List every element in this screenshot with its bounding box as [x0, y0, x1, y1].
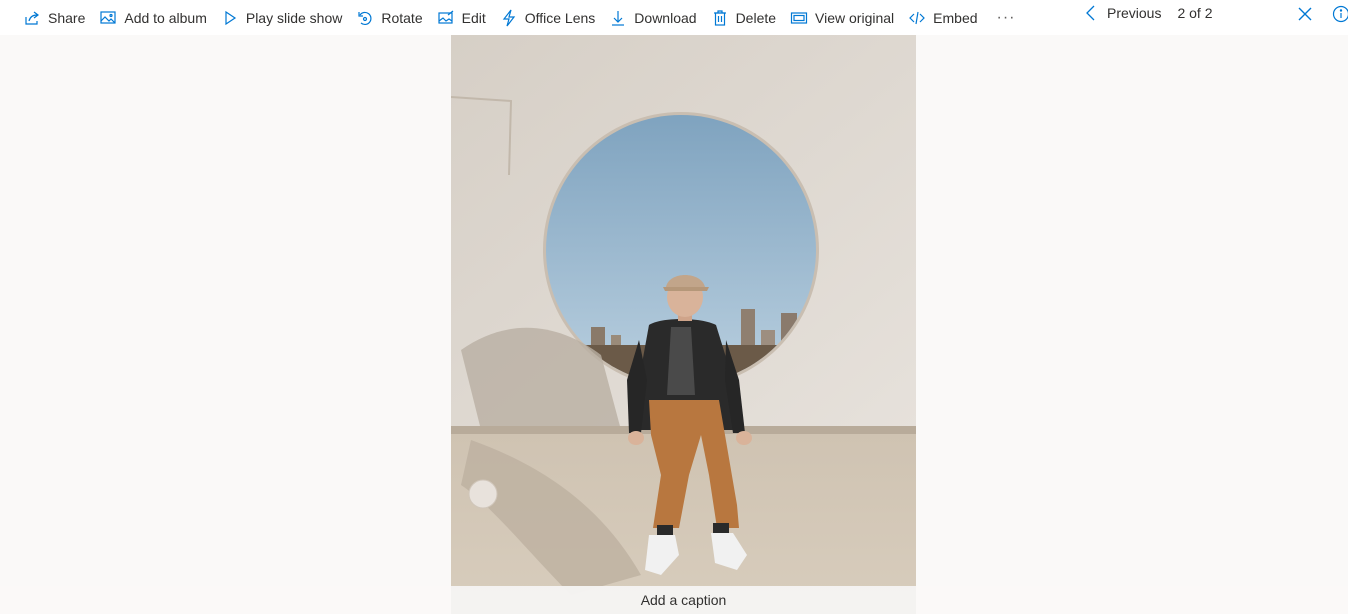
info-button[interactable] — [1331, 4, 1348, 24]
photo-image — [451, 35, 916, 614]
more-options-button[interactable]: ··· — [985, 5, 1028, 31]
info-icon — [1332, 5, 1348, 23]
close-icon — [1298, 7, 1312, 21]
lightning-icon — [500, 9, 518, 27]
caption-input[interactable]: Add a caption — [451, 586, 916, 614]
delete-label: Delete — [735, 9, 777, 26]
embed-label: Embed — [933, 9, 978, 26]
embed-button[interactable]: Embed — [901, 5, 984, 31]
close-button[interactable] — [1295, 4, 1315, 24]
share-button[interactable]: Share — [16, 5, 92, 31]
trash-icon — [711, 9, 729, 27]
edit-photo-icon — [437, 9, 455, 27]
view-original-label: View original — [815, 9, 895, 26]
previous-label: Previous — [1107, 5, 1162, 21]
play-icon — [221, 9, 239, 27]
view-original-button[interactable]: View original — [783, 5, 901, 31]
share-icon — [23, 9, 41, 27]
office-lens-label: Office Lens — [524, 9, 596, 26]
navigation: Previous 2 of 2 — [1075, 0, 1213, 26]
delete-button[interactable]: Delete — [704, 5, 783, 31]
add-to-album-label: Add to album — [124, 9, 207, 26]
share-label: Share — [48, 9, 86, 26]
rotate-label: Rotate — [381, 9, 423, 26]
view-original-icon — [790, 9, 808, 27]
edit-button[interactable]: Edit — [430, 5, 493, 31]
play-slide-show-label: Play slide show — [245, 9, 343, 26]
chevron-left-icon — [1082, 4, 1100, 22]
download-icon — [609, 9, 627, 27]
add-to-album-button[interactable]: Add to album — [92, 5, 214, 31]
office-lens-button[interactable]: Office Lens — [493, 5, 603, 31]
rotate-button[interactable]: Rotate — [349, 5, 429, 31]
rotate-icon — [356, 9, 374, 27]
photo-counter: 2 of 2 — [1177, 5, 1213, 21]
edit-label: Edit — [461, 9, 486, 26]
previous-button[interactable]: Previous — [1075, 0, 1168, 26]
photo-stage: Add a caption — [0, 35, 1348, 614]
photo[interactable] — [451, 35, 916, 614]
download-button[interactable]: Download — [602, 5, 703, 31]
play-slide-show-button[interactable]: Play slide show — [214, 5, 350, 31]
more-icon: ··· — [996, 8, 1016, 26]
caption-placeholder: Add a caption — [640, 592, 727, 608]
download-label: Download — [634, 9, 697, 26]
image-add-icon — [99, 9, 117, 27]
embed-icon — [908, 9, 926, 27]
